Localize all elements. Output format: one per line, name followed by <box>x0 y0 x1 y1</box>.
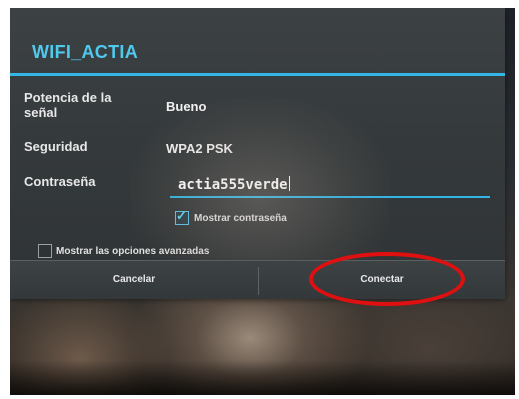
wifi-connect-dialog: WIFI_ACTIA Potencia de la señal Bueno Se… <box>10 8 505 299</box>
password-label: Contraseña <box>24 174 96 189</box>
advanced-options-checkbox[interactable] <box>38 244 52 258</box>
tablet-bezel-shadow <box>10 360 515 395</box>
password-value: actia555verde <box>178 176 290 193</box>
show-password-label: Mostrar contraseña <box>194 213 287 224</box>
cancel-button[interactable]: Cancelar <box>10 261 258 299</box>
show-password-checkbox[interactable]: ✓ <box>175 208 189 225</box>
tablet-photo: WIFI_ACTIA Potencia de la señal Bueno Se… <box>10 8 515 395</box>
advanced-options-label: Mostrar las opciones avanzadas <box>56 246 210 257</box>
title-divider <box>10 73 505 76</box>
password-field-underline <box>170 196 490 198</box>
dialog-title: WIFI_ACTIA <box>32 42 138 62</box>
signal-strength-value: Bueno <box>166 99 207 114</box>
text-cursor <box>288 176 290 191</box>
security-value: WPA2 PSK <box>166 141 233 156</box>
security-label: Seguridad <box>24 139 88 154</box>
signal-strength-label: Potencia de la señal <box>24 90 112 120</box>
password-field[interactable]: actia555verde <box>170 172 490 198</box>
red-highlight-circle <box>309 252 465 306</box>
checkmark-icon: ✓ <box>176 208 187 223</box>
